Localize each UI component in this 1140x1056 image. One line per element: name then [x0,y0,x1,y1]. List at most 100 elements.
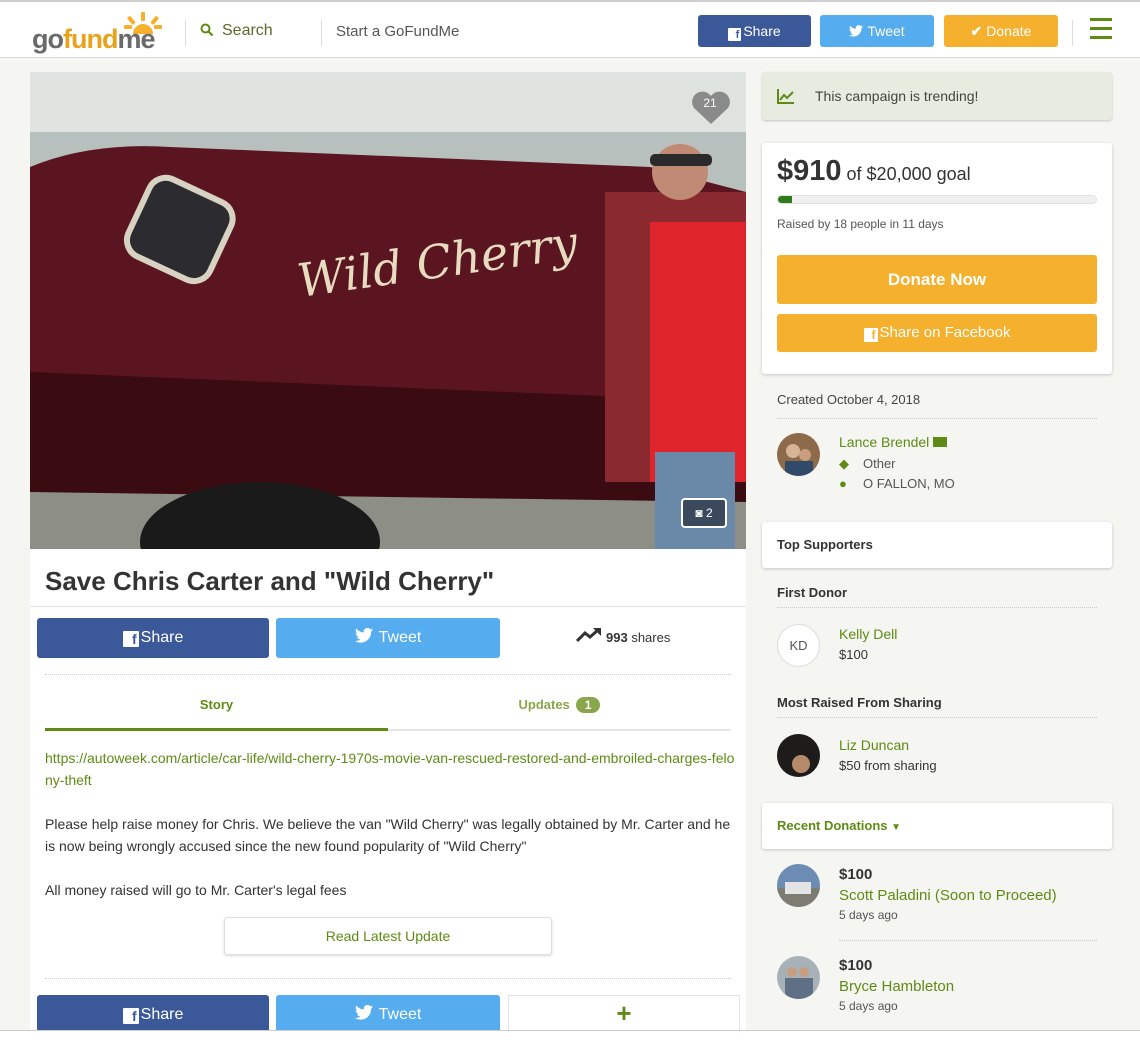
shares-count: 993 [606,630,628,645]
hamburger-menu-icon[interactable] [1090,18,1112,42]
divider [45,978,731,979]
bottom-facebook-share-button[interactable]: f Share [37,995,269,1035]
amount-raised: $910 of $20,000 goal [777,155,971,188]
tag-icon: ◆ [839,456,849,471]
donation-amount: $100 [839,957,873,974]
most-raised-avatar[interactable] [777,734,820,777]
donation-card: $910 of $20,000 goal Raised by 18 people… [762,143,1112,374]
donor-name[interactable]: Scott Paladini (Soon to Proceed) [839,887,1057,904]
search-label: Search [222,22,273,39]
twitter-icon [849,25,864,37]
checkmark-icon: ✔ [970,23,983,39]
facebook-icon: f [122,631,139,647]
category: ◆ Other [839,456,896,472]
start-gofundme-link[interactable]: Start a GoFundMe [336,23,459,40]
site-header: gofundme Search Start a GoFundMe f Share … [0,4,1140,58]
donation-time: 5 days ago [839,908,898,922]
most-raised-name[interactable]: Liz Duncan [839,737,909,753]
header-share-button[interactable]: f Share [698,15,811,47]
header-divider [185,20,186,46]
more-share-plus-button[interactable]: + [508,995,740,1031]
facebook-share-button[interactable]: f Share [37,618,269,658]
read-latest-update-button[interactable]: Read Latest Update [224,917,552,955]
photo-count-button[interactable]: ◙ 2 [681,498,727,528]
header-divider [1072,20,1073,46]
facebook-icon: f [863,328,878,342]
donor-avatar[interactable] [777,956,820,999]
story-body: https://autoweek.com/article/car-life/wi… [45,747,735,923]
raised-by-text: Raised by 18 people in 11 days [777,217,944,231]
location: ● O FALLON, MO [839,476,955,491]
tweet-label: Tweet [378,1006,422,1023]
trending-banner: This campaign is trending! [762,72,1112,120]
tab-updates-label: Updates [518,697,570,712]
bottom-tweet-button[interactable]: Tweet [276,995,500,1035]
donor-name[interactable]: Bryce Hambleton [839,978,954,995]
divider [777,418,1097,419]
shares-label: shares [631,630,671,645]
trending-chart-icon [777,89,794,104]
campaign-title: Save Chris Carter and "Wild Cherry" [45,566,495,596]
trending-arrow-icon [575,628,601,643]
organizer-name-link[interactable]: Lance Brendel [839,434,948,450]
organizer-avatar[interactable] [777,433,820,476]
heart-count: 21 [703,96,717,110]
header-donate-label: Donate [986,23,1032,39]
header-tweet-button[interactable]: Tweet [820,15,934,47]
favorite-heart-icon[interactable]: 21 [690,90,732,126]
bottom-border [0,1030,1140,1056]
facebook-icon: f [122,1008,139,1024]
share-label: Share [140,1006,184,1023]
header-tweet-label: Tweet [867,23,905,39]
camera-icon: ◙ [695,506,703,520]
logo-text-fund: fund [63,24,118,54]
goal-text: of $20,000 goal [846,164,971,184]
caret-down-icon: ▼ [891,822,902,833]
logo-text-go: go [32,24,64,54]
header-divider [321,20,322,46]
most-raised-heading: Most Raised From Sharing [777,695,942,710]
share-on-facebook-button[interactable]: f Share on Facebook [777,314,1097,352]
story-link[interactable]: https://autoweek.com/article/car-life/wi… [45,750,734,788]
first-donor-heading: First Donor [777,585,848,600]
progress-fill [778,196,793,203]
logo-text-me: me [117,24,155,54]
story-paragraph: All money raised will go to Mr. Carter's… [45,882,347,898]
most-raised-amount: $50 from sharing [839,758,937,773]
header-donate-button[interactable]: ✔ Donate [944,15,1058,47]
search-link[interactable]: Search [200,22,273,40]
recent-donations-dropdown[interactable]: Recent Donations ▼ [762,803,1112,849]
location-text: O FALLON, MO [863,476,955,491]
share-facebook-label: Share on Facebook [879,324,1011,341]
envelope-icon[interactable] [933,437,948,447]
donor-avatar[interactable] [777,864,820,907]
organizer-name: Lance Brendel [839,434,930,450]
raised-amount: $910 [777,155,842,187]
photo-count: 2 [705,506,713,520]
van-photo: Wild Cherry [30,72,746,549]
divider [30,606,746,607]
divider [777,607,1097,608]
donate-now-button[interactable]: Donate Now [777,255,1097,304]
top-supporters-header: Top Supporters [762,522,1112,568]
gofundme-logo[interactable]: gofundme [32,12,172,56]
tab-underline [45,728,731,731]
first-donor-avatar: KD [777,624,820,667]
tab-updates[interactable]: Updates 1 [388,697,731,713]
category-text: Other [863,456,896,471]
search-icon [200,23,214,37]
header-share-label: Share [743,23,781,39]
first-donor-amount: $100 [839,647,868,662]
donation-time: 5 days ago [839,999,898,1013]
donation-amount: $100 [839,866,873,883]
created-date: Created October 4, 2018 [777,392,921,407]
tab-story[interactable]: Story [45,697,388,712]
tweet-button[interactable]: Tweet [276,618,500,658]
shares-counter: 993 shares [575,627,671,645]
twitter-icon [354,627,373,643]
story-paragraph: Please help raise money for Chris. We be… [45,816,731,854]
share-label: Share [140,629,184,646]
first-donor-name[interactable]: Kelly Dell [839,626,897,642]
tweet-label: Tweet [378,629,422,646]
campaign-hero-image[interactable]: Wild Cherry 21 ◙ 2 [30,72,746,549]
